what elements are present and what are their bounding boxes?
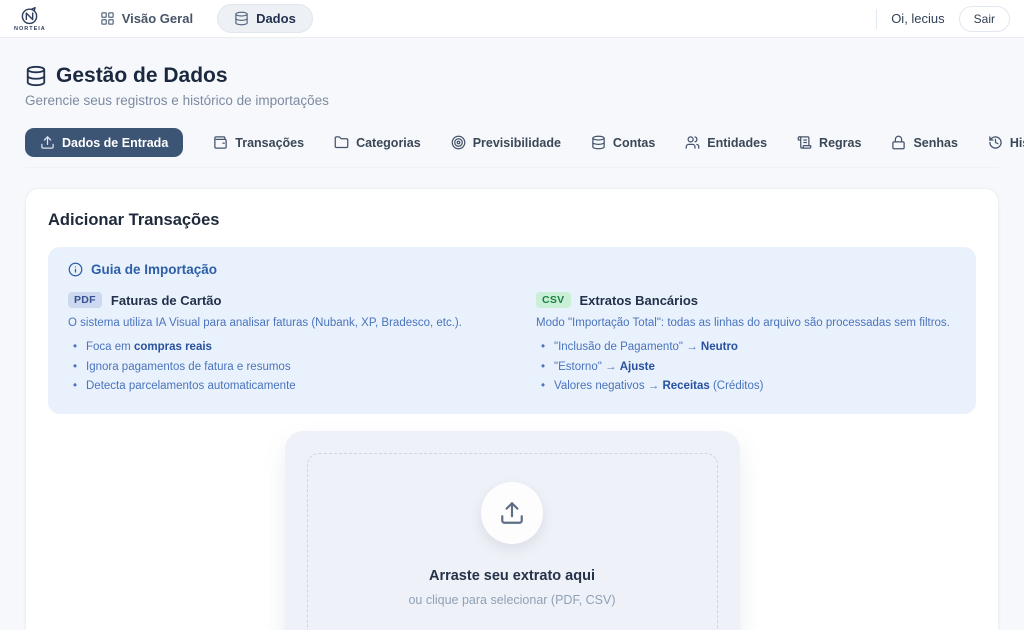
database-icon	[25, 65, 47, 87]
tab-bar-wrap: Dados de Entrada Transações Categorias Prev…	[25, 128, 999, 168]
tab-entidades[interactable]: Entidades	[685, 135, 767, 150]
tab-label: Senhas	[913, 136, 957, 150]
target-icon	[451, 135, 466, 150]
wallet-icon	[213, 135, 228, 150]
tab-label: Previsibilidade	[473, 136, 561, 150]
pdf-heading: Faturas de Cartão	[111, 293, 222, 308]
brand-name: NORTEIA	[14, 26, 46, 32]
top-nav: Visão Geral Dados	[90, 4, 313, 33]
tab-transacoes[interactable]: Transações	[213, 135, 304, 150]
tab-label: Histórico	[1010, 136, 1024, 150]
card-title: Adicionar Transações	[48, 211, 976, 230]
pdf-description: O sistema utiliza IA Visual para analisa…	[68, 317, 488, 329]
tab-label: Categorias	[356, 136, 421, 150]
tab-regras[interactable]: Regras	[797, 135, 861, 150]
user-greeting: Oi, lecius	[891, 11, 944, 26]
dropzone-title: Arraste seu extrato aqui	[429, 568, 595, 584]
file-dropzone[interactable]: Arraste seu extrato aqui ou clique para …	[285, 431, 740, 630]
tab-bar: Dados de Entrada Transações Categorias Prev…	[25, 128, 999, 157]
tab-label: Regras	[819, 136, 861, 150]
users-icon	[685, 135, 700, 150]
topbar-divider	[876, 9, 877, 29]
upload-icon	[481, 482, 543, 544]
csv-bullet-list: "Inclusão de Pagamento" → Neutro"Estorno…	[536, 338, 956, 397]
database-icon	[234, 11, 249, 26]
layout-grid-icon	[100, 11, 115, 26]
guide-pdf-column: PDF Faturas de Cartão O sistema utiliza …	[68, 292, 488, 397]
scroll-icon	[797, 135, 812, 150]
page-title: Gestão de Dados	[56, 64, 228, 88]
csv-heading: Extratos Bancários	[580, 293, 699, 308]
pdf-badge: PDF	[68, 292, 102, 308]
tab-contas[interactable]: Contas	[591, 135, 655, 150]
norteia-logo-icon	[20, 6, 39, 25]
tab-label: Dados de Entrada	[62, 136, 168, 150]
database-icon	[591, 135, 606, 150]
tab-dados-de-entrada[interactable]: Dados de Entrada	[25, 128, 183, 157]
pdf-bullet-list: Foca em compras reaisIgnora pagamentos d…	[68, 338, 488, 397]
tab-historico[interactable]: Histórico	[988, 135, 1024, 150]
topbar-right: Oi, lecius Sair	[876, 6, 1010, 32]
tab-senhas[interactable]: Senhas	[891, 135, 957, 150]
topnav-label: Visão Geral	[122, 11, 193, 26]
topnav-label: Dados	[256, 11, 296, 26]
guide-bullet: Foca em compras reais	[68, 338, 488, 358]
top-navbar: NORTEIA Visão Geral Dados Oi, lecius Sair	[0, 0, 1024, 38]
tab-label: Transações	[235, 136, 304, 150]
tab-label: Contas	[613, 136, 655, 150]
guide-title: Guia de Importação	[91, 262, 217, 277]
dropzone-subtitle: ou clique para selecionar (PDF, CSV)	[408, 593, 615, 607]
guide-bullet: "Inclusão de Pagamento" → Neutro	[536, 338, 956, 358]
logout-button[interactable]: Sair	[959, 6, 1010, 32]
add-transactions-card: Adicionar Transações Guia de Importação …	[25, 188, 999, 630]
upload-icon	[40, 135, 55, 150]
app-logo[interactable]: NORTEIA	[14, 6, 46, 32]
tab-label: Entidades	[707, 136, 767, 150]
import-guide-box: Guia de Importação PDF Faturas de Cartão…	[48, 247, 976, 414]
lock-icon	[891, 135, 906, 150]
guide-bullet: Valores negativos → Receitas (Créditos)	[536, 377, 956, 397]
guide-bullet: Ignora pagamentos de fatura e resumos	[68, 358, 488, 378]
tab-categorias[interactable]: Categorias	[334, 135, 421, 150]
page-subtitle: Gerencie seus registros e histórico de i…	[25, 93, 999, 108]
csv-badge: CSV	[536, 292, 571, 308]
page-main: Gestão de Dados Gerencie seus registros …	[0, 38, 1024, 630]
info-icon	[68, 262, 83, 277]
guide-bullet: Detecta parcelamentos automaticamente	[68, 377, 488, 397]
tab-previsibilidade[interactable]: Previsibilidade	[451, 135, 561, 150]
guide-csv-column: CSV Extratos Bancários Modo "Importação …	[536, 292, 956, 397]
guide-bullet: "Estorno" → Ajuste	[536, 358, 956, 378]
dropzone-dashed-area: Arraste seu extrato aqui ou clique para …	[307, 453, 718, 630]
history-icon	[988, 135, 1003, 150]
csv-description: Modo "Importação Total": todas as linhas…	[536, 317, 956, 329]
topnav-item-vis-o-geral[interactable]: Visão Geral	[90, 5, 203, 32]
topnav-item-dados[interactable]: Dados	[217, 4, 313, 33]
folder-icon	[334, 135, 349, 150]
